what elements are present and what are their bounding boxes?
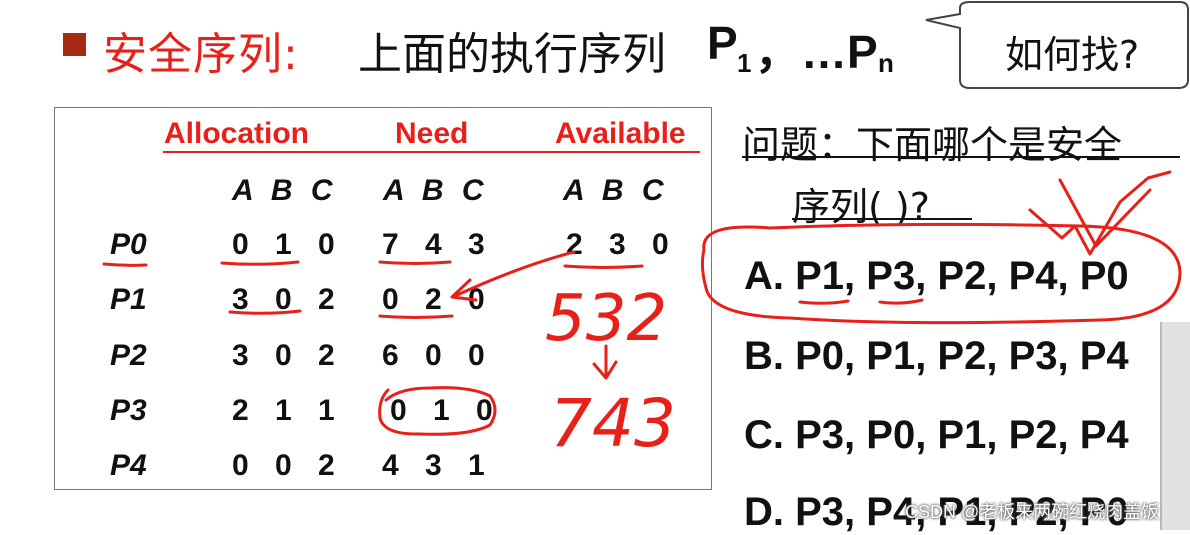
underline-p1-need [378, 314, 454, 319]
watermark: CSDN @老板来两碗红烧肉盖饭 [905, 502, 1160, 522]
underline-option-p3 [878, 298, 924, 305]
oval-option-a [700, 222, 1182, 325]
handwritten-sum-1: 532 [545, 282, 667, 356]
underline-available [563, 264, 644, 269]
underline-p0-allocation [220, 260, 300, 266]
underline-option-p1 [798, 299, 850, 305]
underline-p0 [102, 262, 148, 267]
underline-p0-need [378, 260, 452, 265]
underline-p1-allocation [228, 309, 302, 315]
handwritten-sum-2: 743 [550, 385, 676, 462]
handwriting-layer: 532 743 [102, 170, 1182, 462]
circle-p3-need [378, 386, 497, 436]
